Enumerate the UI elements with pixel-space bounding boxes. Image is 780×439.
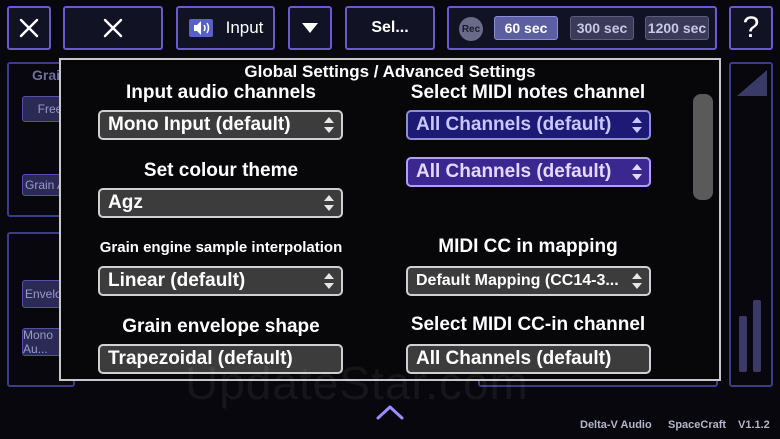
- midi-secondary-value: All Channels (default): [416, 161, 612, 182]
- record-button[interactable]: Rec: [459, 17, 483, 41]
- clear-button[interactable]: [63, 6, 163, 50]
- speaker-icon: [188, 19, 213, 37]
- duration-300-button[interactable]: 300 sec: [570, 16, 634, 40]
- level-triangle-icon: [737, 70, 767, 96]
- collapse-button[interactable]: [376, 404, 404, 425]
- midi-notes-value: All Channels (default): [416, 114, 612, 135]
- colour-theme-value: Agz: [108, 192, 143, 213]
- chevron-up-icon: [376, 405, 404, 420]
- input-channels-value: Mono Input (default): [108, 114, 291, 135]
- dialog-title: Global Settings / Advanced Settings: [244, 62, 536, 81]
- help-label: ?: [742, 11, 760, 44]
- select-arrows-icon: [324, 194, 334, 212]
- company-name: Delta-V Audio: [580, 419, 652, 431]
- record-panel: Rec 60 sec 300 sec 1200 sec: [447, 6, 717, 50]
- cc-mapping-value: Default Mapping (CC14-3...: [416, 272, 619, 289]
- input-dropdown-button[interactable]: [288, 6, 332, 50]
- input-button[interactable]: Input: [176, 6, 275, 50]
- colour-theme-label: Set colour theme: [143, 160, 299, 181]
- envelope-shape-label: Grain envelope shape: [122, 316, 320, 337]
- duration-300-label: 300 sec: [576, 20, 628, 36]
- cc-mapping-label: MIDI CC in mapping: [438, 236, 618, 257]
- midi-notes-label: Select MIDI notes channel: [410, 82, 646, 103]
- colour-theme-select[interactable]: Agz: [98, 188, 343, 218]
- interpolation-select[interactable]: Linear (default): [98, 266, 343, 296]
- cc-channel-label: Select MIDI CC-in channel: [410, 314, 646, 335]
- duration-60-button[interactable]: 60 sec: [494, 16, 558, 40]
- dialog-scrollbar[interactable]: [693, 94, 713, 200]
- app-name: SpaceCraft: [668, 419, 727, 431]
- level-bar-right: [753, 300, 761, 372]
- select-button[interactable]: Sel...: [345, 6, 435, 50]
- midi-secondary-select[interactable]: All Channels (default): [406, 157, 651, 187]
- duration-60-label: 60 sec: [504, 20, 548, 36]
- input-label: Input: [225, 18, 264, 37]
- x-icon: [103, 18, 123, 38]
- select-arrows-icon: [632, 163, 642, 181]
- watermark: UpdateStar.com: [185, 357, 529, 409]
- input-channels-select[interactable]: Mono Input (default): [98, 110, 343, 140]
- help-button[interactable]: ?: [729, 6, 773, 50]
- select-arrows-icon: [324, 272, 334, 290]
- select-label: Sel...: [371, 19, 409, 36]
- duration-1200-label: 1200 sec: [647, 20, 707, 36]
- level-meter-panel: [729, 62, 773, 387]
- interpolation-label: Grain engine sample interpolation: [99, 239, 343, 256]
- interpolation-value: Linear (default): [108, 270, 246, 291]
- record-label: Rec: [461, 23, 481, 35]
- cc-mapping-select[interactable]: Default Mapping (CC14-3...: [406, 266, 651, 296]
- select-arrows-icon: [632, 272, 642, 290]
- close-button[interactable]: [7, 6, 51, 50]
- duration-1200-button[interactable]: 1200 sec: [645, 16, 709, 40]
- settings-dialog: Global Settings / Advanced Settings Inpu…: [59, 58, 721, 381]
- midi-notes-select[interactable]: All Channels (default): [406, 110, 651, 140]
- level-bar-left: [739, 316, 747, 372]
- select-arrows-icon: [324, 116, 334, 134]
- triangle-down-icon: [302, 23, 318, 33]
- x-icon: [19, 18, 39, 38]
- app-version: V1.1.2: [738, 419, 770, 431]
- select-arrows-icon: [632, 116, 642, 134]
- input-channels-label: Input audio channels: [125, 82, 316, 103]
